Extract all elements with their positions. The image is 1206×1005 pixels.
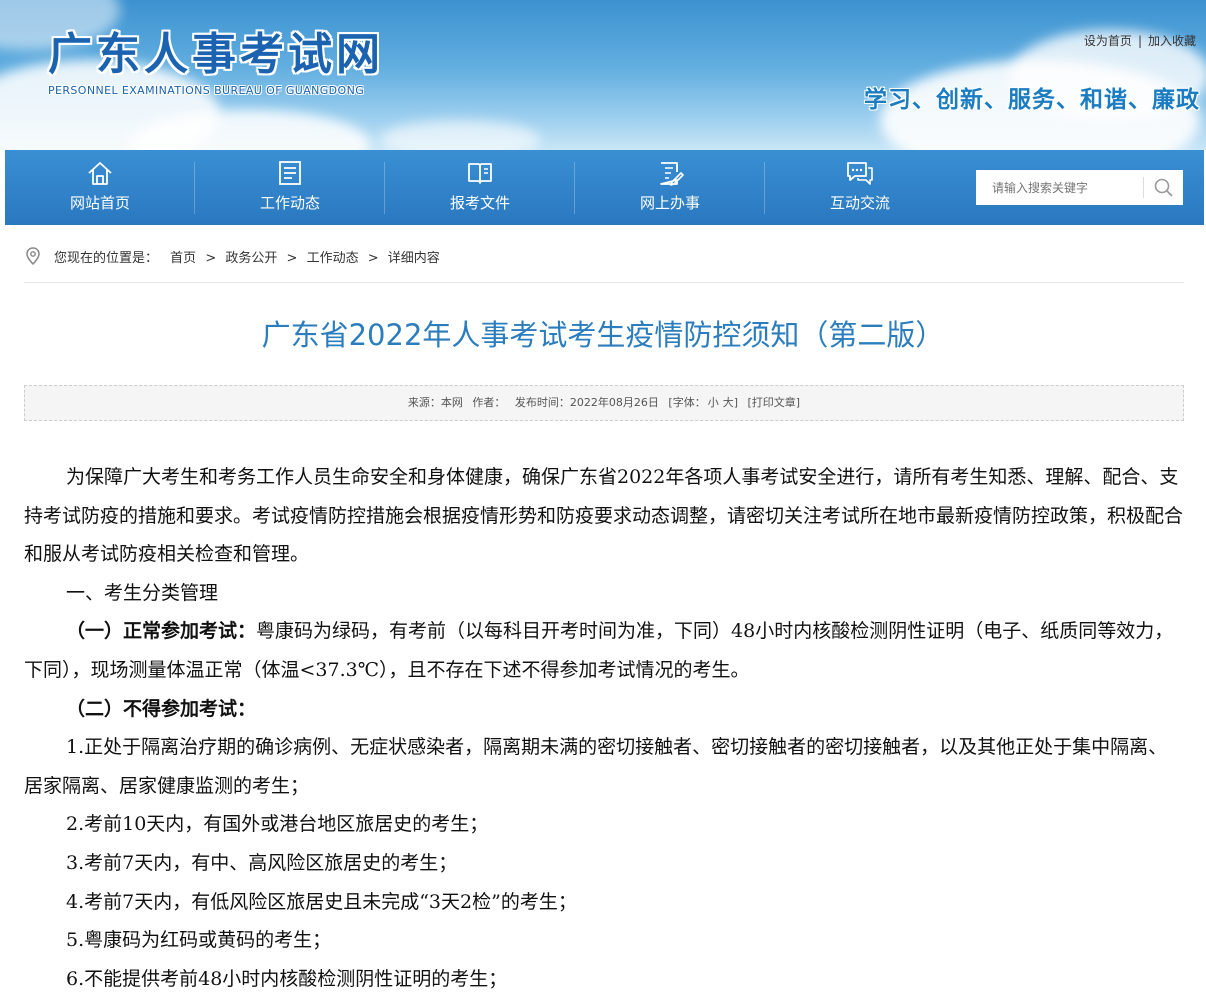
nav-item-home[interactable]: 网站首页 — [5, 150, 195, 225]
news-list-icon — [279, 161, 301, 185]
search-box — [976, 170, 1183, 205]
site-logo[interactable]: 广东人事考试网 — [48, 18, 384, 82]
article-meta: 来源：本网 作者： 发布时间：2022年08月26日 [字体：小大] [打印文章… — [24, 385, 1184, 421]
list-item: 3.考前7天内，有中、高风险区旅居史的考生； — [66, 851, 458, 874]
list-item: 2.考前10天内，有国外或港台地区旅居史的考生； — [66, 813, 489, 836]
breadcrumb-separator: > — [205, 251, 217, 266]
not-allowed-label: （二）不得参加考试： — [66, 697, 257, 720]
nav-label: 工作动态 — [259, 194, 320, 212]
breadcrumb-separator: > — [367, 251, 379, 266]
breadcrumb-home[interactable]: 首页 — [170, 251, 196, 266]
nav-label: 互动交流 — [829, 194, 890, 212]
meta-font-size: [字体：小大] — [668, 396, 738, 409]
nav-label: 网上办事 — [639, 194, 700, 212]
search-icon[interactable] — [1153, 177, 1175, 199]
not-allowed-heading: （二）不得参加考试： — [24, 690, 1184, 729]
site-logo-english: PERSONNEL EXAMINATIONS BUREAU OF GUANGDO… — [48, 84, 365, 97]
list-item: 1.正处于隔离治疗期的确诊病例、无症状感染者，隔离期未满的密切接触者、密切接触者… — [24, 736, 1168, 797]
nav-label: 报考文件 — [449, 194, 510, 212]
nav-item-exam-docs[interactable]: 报考文件 — [385, 150, 575, 225]
add-favorite-link[interactable]: 加入收藏 — [1148, 34, 1196, 48]
breadcrumb-work-news[interactable]: 工作动态 — [307, 251, 359, 266]
nav-item-online-service[interactable]: 网上办事 — [575, 150, 765, 225]
top-links: 设为首页 | 加入收藏 — [1084, 32, 1196, 49]
breadcrumb-gov-affairs[interactable]: 政务公开 — [225, 251, 277, 266]
print-article-button[interactable]: [打印文章] — [748, 396, 801, 409]
font-small-button[interactable]: 小 — [708, 396, 719, 409]
chat-icon — [847, 162, 873, 185]
intro-paragraph: 为保障广大考生和考务工作人员生命安全和身体健康，确保广东省2022年各项人事考试… — [24, 466, 1184, 566]
list-item: 5.粤康码为红码或黄码的考生； — [66, 929, 332, 952]
meta-source: 来源：本网 — [407, 396, 463, 409]
normal-exam-paragraph: （一）正常参加考试：粤康码为绿码，有考前（以每科目开考时间为准，下同）48小时内… — [24, 612, 1184, 689]
breadcrumb-separator: > — [286, 251, 298, 266]
meta-author: 作者： — [472, 396, 506, 409]
link-separator: | — [1137, 34, 1142, 48]
article-body: 为保障广大考生和考务工作人员生命安全和身体健康，确保广东省2022年各项人事考试… — [24, 458, 1184, 998]
search-input[interactable] — [976, 170, 1141, 205]
nav-label: 网站首页 — [69, 194, 130, 212]
font-size-suffix: ] — [733, 396, 738, 409]
list-item: 6.不能提供考前48小时内核酸检测阴性证明的考生； — [66, 967, 508, 990]
normal-exam-label: （一）正常参加考试： — [66, 620, 257, 643]
breadcrumb: 您现在的位置是： 首页 > 政务公开 > 工作动态 > 详细内容 — [24, 242, 1184, 283]
list-item: 4.考前7天内，有低风险区旅居史且未完成“3天2检”的考生； — [66, 890, 577, 913]
breadcrumb-current: 详细内容 — [387, 251, 440, 266]
font-big-button[interactable]: 大 — [723, 396, 734, 409]
set-homepage-link[interactable]: 设为首页 — [1084, 34, 1132, 48]
main-nav: 网站首页 工作动态 报考文件 网上办事 互动交流 — [5, 150, 1204, 225]
nav-item-work-news[interactable]: 工作动态 — [195, 150, 385, 225]
font-size-prefix: [字体： — [668, 396, 706, 409]
cloud-decoration — [380, 120, 540, 150]
breadcrumb-text: 您现在的位置是： 首页 > 政务公开 > 工作动态 > 详细内容 — [54, 247, 440, 266]
section-heading: 一、考生分类管理 — [66, 581, 219, 604]
site-header: 广东人事考试网 PERSONNEL EXAMINATIONS BUREAU OF… — [0, 0, 1206, 150]
meta-date: 发布时间：2022年08月26日 — [514, 396, 659, 409]
home-icon — [88, 162, 112, 185]
book-icon — [468, 163, 492, 184]
location-pin-icon — [26, 247, 40, 266]
nav-item-interaction[interactable]: 互动交流 — [765, 150, 955, 225]
breadcrumb-prefix: 您现在的位置是： — [54, 251, 159, 266]
edit-document-icon — [660, 162, 684, 186]
search-divider — [1143, 177, 1144, 198]
article-title: 广东省2022年人事考试考生疫情防控须知（第二版） — [261, 318, 945, 352]
site-slogan: 学习、创新、服务、和谐、廉政 — [864, 87, 1200, 113]
